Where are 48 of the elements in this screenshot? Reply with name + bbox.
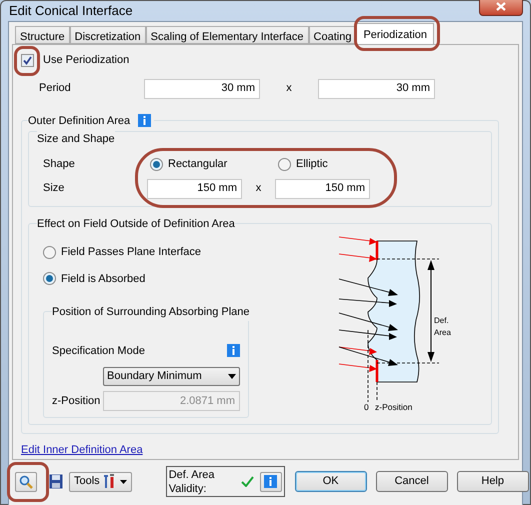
times-sign: x — [285, 81, 293, 96]
radio-option[interactable]: Rectangular — [150, 156, 278, 173]
tab[interactable]: Structure — [15, 26, 70, 44]
dropdown-caret-icon — [228, 374, 236, 379]
input-field[interactable]: 30 mm — [144, 78, 260, 98]
field-label: z-Position — [52, 394, 100, 409]
info-icon — [227, 344, 240, 358]
field-label: Specification Mode — [52, 344, 145, 358]
radio-option[interactable]: Elliptic — [278, 156, 406, 173]
info-icon — [264, 475, 278, 488]
tab[interactable]: Discretization — [70, 26, 146, 44]
times-sign: x — [254, 181, 262, 196]
tab[interactable]: Periodization — [356, 22, 434, 44]
origin-label: 0 — [364, 402, 369, 412]
area-label: Def. Area — [434, 316, 451, 336]
input-field[interactable]: 150 mm — [147, 178, 242, 198]
group-title: Size and Shape — [37, 131, 115, 148]
dialog-button[interactable]: Help — [456, 471, 529, 492]
window-title: Edit Conical Interface — [8, 2, 133, 20]
radio-option[interactable]: Field Passes Plane Interface — [43, 244, 327, 260]
radio-option[interactable]: Field is Absorbed — [43, 270, 327, 287]
z-position-label: z-Position — [375, 402, 412, 412]
checkbox[interactable] — [21, 54, 34, 67]
info-icon — [138, 114, 152, 128]
validity-label: Def. Area Validity: — [168, 468, 216, 496]
field-label: Size — [42, 181, 66, 196]
caret-icon — [120, 480, 127, 484]
close-button[interactable] — [479, 0, 523, 16]
dialog-button[interactable]: Cancel — [376, 471, 448, 492]
mode-dropdown[interactable]: Boundary Minimum — [103, 367, 240, 386]
tools-icon — [102, 474, 117, 489]
group-title: Outer Definition Area — [28, 114, 130, 128]
edit-inner-area-link[interactable]: Edit Inner Definition Area — [21, 442, 143, 458]
dialog-button[interactable]: OK — [294, 471, 367, 492]
checkbox-label: Use Periodization — [43, 53, 130, 68]
input-field[interactable]: 150 mm — [275, 178, 370, 198]
field-label: Period — [39, 81, 72, 96]
input-field[interactable]: 30 mm — [318, 78, 435, 98]
close-icon — [496, 2, 506, 12]
group-title: Position of Surrounding Absorbing Plane — [52, 304, 250, 320]
search-icon — [19, 474, 33, 488]
info-button[interactable] — [260, 472, 282, 492]
tab[interactable]: Coating — [308, 26, 356, 44]
tools-button[interactable]: Tools — [69, 472, 132, 492]
field-label: Shape — [42, 157, 76, 172]
search-button[interactable] — [15, 472, 37, 492]
save-button[interactable] — [49, 472, 63, 492]
tab[interactable]: Scaling of Elementary Interface — [146, 26, 309, 44]
